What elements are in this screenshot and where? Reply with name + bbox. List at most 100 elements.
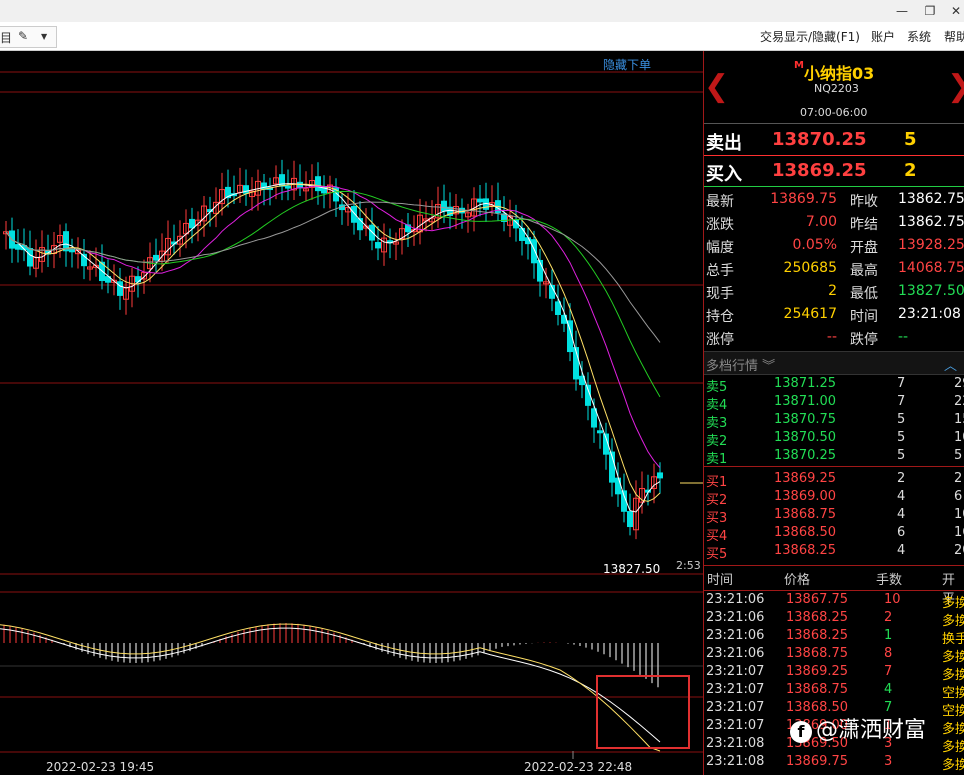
depth-bid-row[interactable]: 买2 13869.00 4 6 — [704, 488, 964, 508]
depth-cum: 10 — [954, 507, 964, 522]
depth-cum: 29 — [954, 376, 964, 391]
contract-title: M小纳指03 — [794, 60, 875, 83]
depth-price: 13871.00 — [774, 394, 837, 409]
collapse-icon[interactable]: ︿ — [944, 355, 957, 374]
depth-bid-row[interactable]: 买313868.75410 — [704, 506, 964, 526]
tick-qty: 10 — [884, 592, 901, 607]
depth-bid-row[interactable]: 买5 13868.25 4 20 — [704, 542, 964, 562]
candle-body — [597, 430, 603, 434]
depth-qty: 5 — [897, 412, 906, 427]
quote-label: 涨停 — [706, 332, 734, 348]
ticks-col-time: 时间 — [707, 573, 734, 588]
candle-body — [153, 254, 159, 261]
depth-qty: 4 — [897, 507, 906, 522]
quote-label: 最低 — [850, 286, 878, 302]
bid-row[interactable]: 买入 13869.25 2 — [704, 155, 964, 187]
depth-ask-row[interactable]: 卖1 13870.25 5 5 — [704, 447, 964, 467]
depth-cum: 6 — [954, 489, 963, 504]
quote-label: 开盘 — [850, 240, 878, 256]
quote-value: 14068.75 — [898, 260, 964, 276]
depth-cum: 15 — [954, 412, 964, 427]
quote-label: 幅度 — [706, 240, 734, 256]
quote-label: 时间 — [850, 309, 878, 325]
candle-body — [261, 182, 267, 190]
candle-body — [315, 176, 321, 192]
depth-price: 13870.25 — [774, 448, 837, 463]
candle-body — [531, 239, 537, 264]
x-axis-label: 2022-02-23 19:45 — [46, 760, 155, 774]
pen-icon[interactable]: ✎ — [18, 29, 28, 43]
tick-price: 13868.75 — [786, 682, 849, 697]
quote-value: -- — [826, 329, 837, 345]
quote-value: 13928.25 — [898, 237, 964, 253]
depth-ask-row[interactable]: 卖313870.75515 — [704, 411, 964, 431]
depth-bid-row[interactable]: 买413868.50616 — [704, 524, 964, 544]
quote-label: 总手 — [706, 263, 734, 279]
quote-label: 现手 — [706, 286, 734, 302]
tick-time: 23:21:07 — [706, 664, 765, 679]
time-label-cut: 2:53 — [676, 559, 701, 572]
tick-price: 13868.25 — [786, 610, 849, 625]
tick-row: 23:21:0713868.754空換 — [704, 681, 964, 701]
quote-value: 13869.75 — [770, 191, 837, 207]
depth-price: 13871.25 — [774, 376, 837, 391]
tick-price: 13869.75 — [786, 754, 849, 769]
next-contract-icon[interactable]: ❯ — [947, 69, 964, 104]
tick-price: 13869.25 — [786, 664, 849, 679]
quote-row: 最新 13869.75 昨收 13862.75 — [704, 189, 964, 212]
ask-row[interactable]: 卖出 13870.25 5 — [704, 123, 964, 156]
tick-qty: 4 — [884, 682, 893, 697]
quote-row: 幅度 0.05% 开盘 13928.25 — [704, 235, 964, 258]
depth-cum: 2 — [954, 471, 963, 486]
restore-icon[interactable]: ❐ — [918, 2, 942, 20]
candle-body — [375, 242, 381, 249]
depth-bid-row[interactable]: 买1 13869.25 2 2 — [704, 470, 964, 490]
quote-label: 昨收 — [850, 194, 878, 210]
depth-cum: 22 — [954, 394, 964, 409]
grid-icon[interactable]: 目 — [0, 29, 12, 46]
tick-price: 13867.75 — [786, 592, 849, 607]
ticks-col-qty: 手数 — [876, 573, 903, 588]
menu-system[interactable]: 系统 — [907, 28, 931, 45]
menu-account[interactable]: 账户 — [871, 28, 895, 45]
candle-body — [189, 218, 195, 229]
depth-header[interactable]: 多档行情 ︾ ︿ — [704, 351, 964, 375]
tick-type: 多換 — [942, 758, 964, 773]
tick-price: 13868.25 — [786, 628, 849, 643]
kline-chart[interactable]: 隐藏下单 13827.50 2:53 2022-02-23 19:45 2022… — [0, 51, 703, 775]
depth-qty: 2 — [897, 471, 906, 486]
quote-row: 总手 250685 最高 14068.75 — [704, 258, 964, 281]
depth-ask-row[interactable]: 卖413871.00722 — [704, 393, 964, 413]
depth-ask-row[interactable]: 卖513871.25729 — [704, 375, 964, 395]
depth-cum: 10 — [954, 430, 964, 445]
quote-value: 0.05% — [792, 237, 837, 253]
tick-time: 23:21:06 — [706, 628, 765, 643]
depth-qty: 7 — [897, 394, 906, 409]
chevron-down-icon[interactable]: ▼ — [41, 32, 47, 41]
candle-body — [555, 301, 561, 315]
session-time: 07:00-06:00 — [800, 106, 868, 119]
quote-label: 涨跌 — [706, 217, 734, 233]
depth-price: 13869.25 — [774, 471, 837, 486]
prev-contract-icon[interactable]: ❮ — [704, 69, 729, 104]
ask-label: 卖出 — [706, 133, 742, 154]
ticks-header: 时间 价格 手数 开平 — [704, 565, 964, 607]
menu-help[interactable]: 帮助 — [944, 28, 964, 45]
tick-row: 23:21:0613868.252多換 — [704, 609, 964, 629]
moving-average-line — [5, 185, 661, 469]
quote-value: 7.00 — [805, 214, 837, 230]
depth-price: 13870.75 — [774, 412, 837, 427]
tick-time: 23:21:06 — [706, 592, 765, 607]
menu-trade-toggle[interactable]: 交易显示/隐藏(F1) — [760, 28, 860, 45]
candle-body — [627, 511, 633, 528]
bid-qty: 2 — [904, 160, 917, 181]
hide-order-link[interactable]: 隐藏下单 — [603, 56, 651, 73]
toolbar: 目 ✎ ▼ 交易显示/隐藏(F1) 账户 系统 帮助 — [0, 22, 964, 51]
moving-average-line — [5, 183, 661, 502]
quote-value: 254617 — [783, 306, 837, 322]
minimize-icon[interactable]: — — [890, 2, 914, 20]
depth-ask-row[interactable]: 卖213870.50510 — [704, 429, 964, 449]
close-icon[interactable]: ✕ — [944, 2, 964, 20]
tick-time: 23:21:07 — [706, 718, 765, 733]
tick-row: 23:21:08 13869.75 3 多換 — [704, 753, 964, 773]
